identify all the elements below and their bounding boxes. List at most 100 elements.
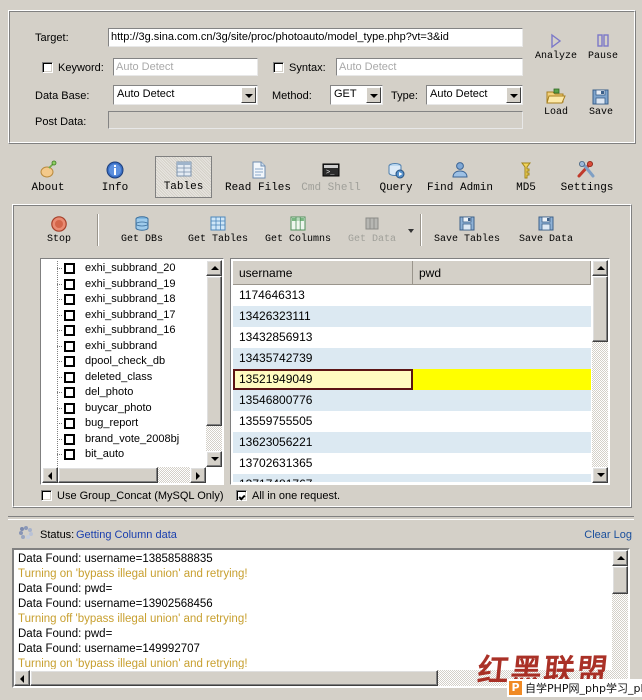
tables-tree-scroll-area[interactable]: exhi_subbrand_20 exhi_subbrand_19 exhi_sub…: [43, 261, 205, 466]
syntax-checkbox[interactable]: [273, 62, 284, 73]
grid-cell-pwd[interactable]: [413, 327, 591, 348]
database-select[interactable]: Auto Detect: [113, 85, 258, 105]
tree-item[interactable]: exhi_subbrand: [43, 339, 205, 355]
table-row[interactable]: 13521949049: [233, 369, 591, 390]
tree-item-checkbox[interactable]: [64, 387, 75, 398]
chevron-down-icon[interactable]: [241, 87, 256, 103]
type-select[interactable]: Auto Detect: [426, 85, 523, 105]
tree-item-checkbox[interactable]: [64, 402, 75, 414]
result-data-grid[interactable]: username pwd 1174646313 13426323111 1343285…: [230, 258, 610, 485]
table-row[interactable]: 13435742739: [233, 348, 591, 369]
grid-cell-username[interactable]: 13702631365: [233, 453, 413, 474]
tree-scroll-left-button[interactable]: [42, 467, 58, 483]
grid-cell-username[interactable]: 13623056221: [233, 432, 413, 453]
tree-item-checkbox[interactable]: [64, 418, 75, 429]
analyze-button[interactable]: Analyze: [535, 32, 577, 62]
load-button[interactable]: Load: [538, 88, 574, 118]
group-concat-checkbox[interactable]: [41, 490, 52, 501]
save-data-button[interactable]: Save Data: [513, 215, 579, 249]
log-horizontal-scrollbar[interactable]: [14, 670, 628, 686]
tree-item-checkbox[interactable]: [64, 449, 75, 460]
log-scroll-up-button[interactable]: [612, 550, 628, 566]
grid-cell-pwd[interactable]: [413, 411, 591, 432]
grid-scroll-down-button[interactable]: [592, 467, 608, 483]
grid-cell-pwd[interactable]: [413, 432, 591, 453]
tab-find-admin[interactable]: Find Admin: [424, 158, 496, 196]
tree-item[interactable]: exhi_subbrand_16: [43, 323, 205, 339]
tree-item-checkbox[interactable]: [64, 433, 75, 445]
grid-cell-pwd[interactable]: [413, 306, 591, 327]
get-tables-button[interactable]: Get Tables: [183, 215, 253, 249]
tree-scroll-right-button[interactable]: [190, 467, 206, 483]
grid-cell-pwd[interactable]: [413, 285, 591, 306]
tree-hscroll-thumb[interactable]: [58, 467, 158, 483]
tree-item[interactable]: buycar_photo: [43, 401, 205, 417]
grid-cell-pwd[interactable]: [413, 369, 591, 390]
save-tables-button[interactable]: Save Tables: [430, 215, 504, 249]
target-url-input[interactable]: http://3g.sina.com.cn/3g/site/proc/photo…: [108, 28, 523, 47]
chevron-down-icon[interactable]: [506, 87, 521, 103]
tree-item[interactable]: deleted_class: [43, 370, 205, 386]
tab-about[interactable]: About: [22, 158, 74, 196]
tree-vertical-scrollbar[interactable]: [206, 260, 222, 467]
method-select[interactable]: GET: [330, 85, 383, 105]
tree-item[interactable]: dpool_check_db: [43, 354, 205, 370]
table-row[interactable]: 13559755505: [233, 411, 591, 432]
tree-item-checkbox[interactable]: [64, 371, 75, 383]
tab-settings[interactable]: Settings: [554, 158, 620, 196]
tree-item-checkbox[interactable]: [64, 294, 75, 305]
grid-cell-pwd[interactable]: [413, 453, 591, 474]
table-row[interactable]: 13623056221: [233, 432, 591, 453]
grid-cell-username[interactable]: 13521949049: [233, 369, 413, 390]
grid-column-header[interactable]: username: [233, 261, 413, 285]
tree-item[interactable]: exhi_subbrand_18: [43, 292, 205, 308]
tree-item[interactable]: exhi_subbrand_19: [43, 277, 205, 293]
get-dbs-button[interactable]: Get DBs: [110, 215, 174, 249]
tree-item-checkbox[interactable]: [64, 325, 75, 336]
all-in-one-checkbox[interactable]: [236, 490, 247, 501]
tab-tables[interactable]: Tables: [155, 156, 212, 198]
log-output-panel[interactable]: Data Found: username=13858588835 Turning …: [12, 548, 630, 688]
get-data-dropdown-icon[interactable]: [408, 229, 414, 233]
chevron-down-icon[interactable]: [366, 87, 381, 103]
tree-item-checkbox[interactable]: [64, 263, 75, 274]
tree-item[interactable]: exhi_subbrand_20: [43, 261, 205, 277]
tree-item-checkbox[interactable]: [64, 340, 75, 352]
log-hscroll-thumb[interactable]: [30, 670, 438, 686]
syntax-input[interactable]: Auto Detect: [336, 58, 523, 76]
tree-scroll-down-button[interactable]: [206, 451, 222, 467]
tree-scroll-up-button[interactable]: [206, 260, 222, 276]
table-row[interactable]: 13546800776: [233, 390, 591, 411]
grid-cell-username[interactable]: 13717481767: [233, 474, 413, 482]
tables-tree-list[interactable]: exhi_subbrand_20 exhi_subbrand_19 exhi_sub…: [40, 258, 224, 485]
tab-read-files[interactable]: Read Files: [222, 158, 294, 196]
tab-query[interactable]: Query: [370, 158, 422, 196]
grid-cell-username[interactable]: 13546800776: [233, 390, 413, 411]
save-button[interactable]: Save: [583, 88, 619, 118]
tree-item[interactable]: bit_auto: [43, 447, 205, 463]
log-vertical-scrollbar[interactable]: [612, 550, 628, 670]
grid-scroll-up-button[interactable]: [592, 260, 608, 276]
grid-cell-pwd[interactable]: [413, 348, 591, 369]
pause-button[interactable]: Pause: [583, 32, 623, 62]
grid-cell-pwd[interactable]: [413, 474, 591, 482]
keyword-checkbox[interactable]: [42, 62, 53, 73]
table-row[interactable]: 1174646313: [233, 285, 591, 306]
tree-item[interactable]: del_photo: [43, 385, 205, 401]
stop-button[interactable]: Stop: [38, 215, 80, 249]
tree-item[interactable]: exhi_subbrand_17: [43, 308, 205, 324]
table-row[interactable]: 13426323111: [233, 306, 591, 327]
log-scroll-left-button[interactable]: [14, 670, 30, 686]
grid-cell-username[interactable]: 1174646313: [233, 285, 413, 306]
grid-cell-username[interactable]: 13426323111: [233, 306, 413, 327]
table-row[interactable]: 13432856913: [233, 327, 591, 348]
table-row[interactable]: 13717481767: [233, 474, 591, 482]
grid-cell-username[interactable]: 13432856913: [233, 327, 413, 348]
tab-cmd-shell[interactable]: >_ Cmd Shell: [296, 158, 366, 196]
log-scroll-thumb[interactable]: [612, 566, 628, 594]
tree-item[interactable]: brand_vote_2008bj: [43, 432, 205, 448]
tab-md5[interactable]: MD5: [505, 158, 547, 196]
grid-column-header[interactable]: pwd: [413, 261, 591, 285]
tab-info[interactable]: Info: [92, 158, 138, 196]
grid-cell-pwd[interactable]: [413, 390, 591, 411]
